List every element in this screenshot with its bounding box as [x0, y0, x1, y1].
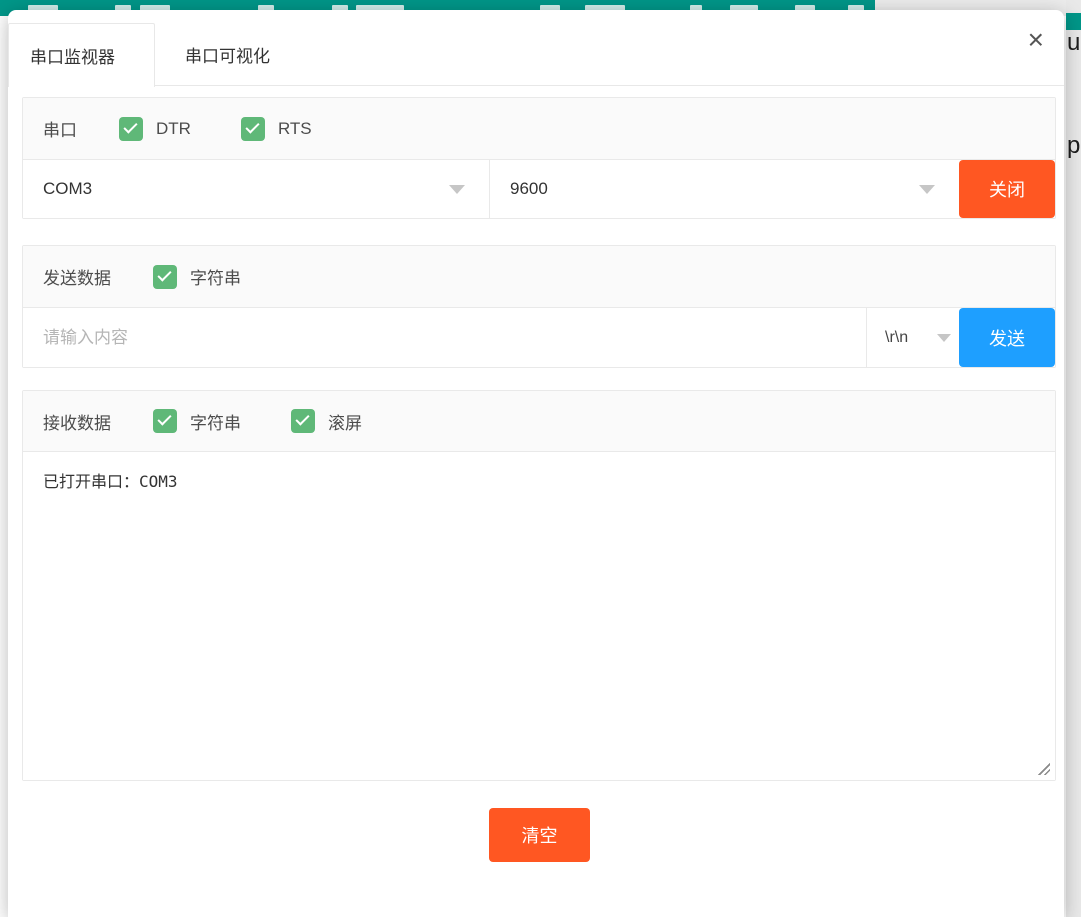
line-ending-value: \r\n	[885, 329, 908, 347]
receive-data-section: 接收数据 字符串 滚屏 已打开串口：COM3	[22, 390, 1056, 781]
line-ending-select[interactable]: \r\n	[867, 308, 961, 367]
autoscroll-checkbox[interactable]	[291, 409, 315, 433]
tab-serial-monitor[interactable]: 串口监视器	[8, 23, 155, 87]
close-port-button[interactable]: 关闭	[959, 160, 1055, 218]
serial-port-title: 串口	[43, 116, 77, 141]
send-string-label: 字符串	[190, 264, 241, 289]
dialog-tabbar: 串口监视器 串口可视化 ×	[8, 10, 1064, 86]
dtr-checkbox[interactable]	[119, 117, 143, 141]
receive-string-label: 字符串	[190, 409, 241, 434]
page-edge-text-fragment: u	[1067, 31, 1080, 55]
send-input-cell	[23, 308, 867, 367]
send-data-title: 发送数据	[43, 264, 111, 289]
send-data-header: 发送数据 字符串	[23, 246, 1055, 308]
chevron-down-icon	[449, 185, 465, 194]
port-select-value: COM3	[43, 179, 92, 199]
receive-data-title: 接收数据	[43, 409, 111, 434]
page-edge-strip: u p	[1066, 0, 1081, 917]
rts-checkbox[interactable]	[241, 117, 265, 141]
send-string-checkbox[interactable]	[153, 265, 177, 289]
port-select[interactable]: COM3	[23, 160, 490, 218]
chevron-down-icon	[937, 334, 951, 342]
receive-string-checkbox[interactable]	[153, 409, 177, 433]
serial-port-section: 串口 DTR RTS COM3 9600 关闭	[22, 97, 1056, 219]
send-data-section: 发送数据 字符串 \r\n 发送	[22, 245, 1056, 368]
receive-data-header: 接收数据 字符串 滚屏	[23, 391, 1055, 452]
autoscroll-label: 滚屏	[328, 409, 362, 434]
tab-serial-visualization[interactable]: 串口可视化	[156, 23, 316, 85]
chevron-down-icon	[919, 185, 935, 194]
clear-button[interactable]: 清空	[489, 808, 590, 862]
receive-output[interactable]: 已打开串口：COM3	[23, 452, 1055, 780]
receive-output-wrap: 已打开串口：COM3	[23, 452, 1055, 780]
tab-label: 串口监视器	[30, 43, 115, 68]
serial-monitor-dialog: 串口监视器 串口可视化 × 串口 DTR RTS COM3 9600 关闭	[8, 10, 1064, 917]
close-icon[interactable]: ×	[1026, 24, 1046, 56]
serial-port-header: 串口 DTR RTS	[23, 98, 1055, 160]
page-edge-text-fragment: p	[1067, 134, 1080, 158]
baud-select-value: 9600	[510, 179, 548, 199]
dtr-label: DTR	[156, 119, 191, 139]
tab-label: 串口可视化	[185, 42, 270, 67]
rts-label: RTS	[278, 119, 312, 139]
serial-port-row: COM3 9600 关闭	[23, 160, 1055, 218]
send-button[interactable]: 发送	[959, 308, 1055, 367]
page-edge-teal-block	[1066, 13, 1081, 30]
send-input[interactable]	[23, 308, 866, 367]
send-data-row: \r\n 发送	[23, 308, 1055, 367]
